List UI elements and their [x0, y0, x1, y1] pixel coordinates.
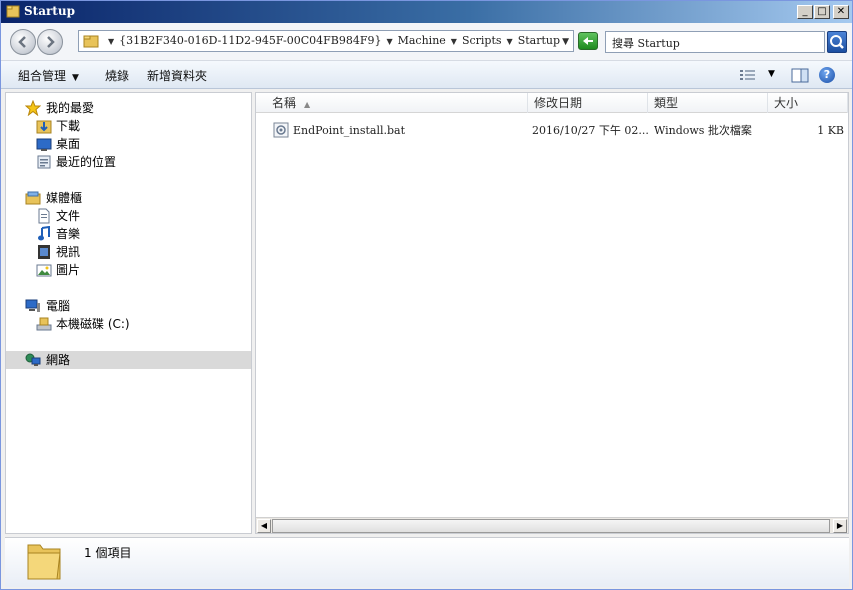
column-headers: 名稱 ▲ 修改日期 類型 大小: [256, 93, 848, 113]
address-dropdown-icon[interactable]: ▼: [562, 37, 569, 47]
new-folder-button[interactable]: 新增資料夾: [147, 67, 207, 84]
file-type: Windows 批次檔案: [654, 124, 752, 137]
refresh-icon: [583, 37, 593, 45]
scroll-right-button[interactable]: ▶: [833, 519, 847, 533]
burn-button[interactable]: 燒錄: [105, 67, 129, 84]
nav-item-recent[interactable]: 最近的位置: [6, 153, 251, 171]
nav-item-documents[interactable]: 文件: [6, 207, 251, 225]
chevron-down-icon: ▼: [72, 73, 79, 83]
batch-file-icon: [273, 122, 289, 138]
file-name: EndPoint_install.bat: [293, 124, 406, 137]
search-placeholder: 搜尋 Startup: [612, 37, 680, 50]
breadcrumb: ▼ {31B2F340-016D-11D2-945F-00C04FB984F9} ▼…: [108, 34, 561, 47]
breadcrumb-item[interactable]: Scripts: [462, 34, 502, 47]
nav-item-pictures[interactable]: 圖片: [6, 261, 251, 279]
music-icon: [38, 226, 50, 241]
nav-favorites[interactable]: 我的最愛: [6, 99, 251, 117]
breadcrumb-item[interactable]: {31B2F340-016D-11D2-945F-00C04FB984F9}: [119, 34, 381, 47]
address-bar[interactable]: ▼ {31B2F340-016D-11D2-945F-00C04FB984F9} ▼…: [78, 30, 574, 52]
drive-icon: [36, 317, 52, 331]
command-bar: 組合管理 ▼ 燒錄 新增資料夾 ▼ ?: [1, 61, 852, 89]
nav-network[interactable]: 網路: [6, 351, 251, 369]
forward-button[interactable]: [37, 29, 63, 55]
title-bar[interactable]: Startup _ □ ✕: [1, 1, 852, 23]
desktop-icon: [36, 138, 52, 151]
video-icon: [38, 245, 50, 259]
scroll-left-button[interactable]: ◀: [257, 519, 271, 533]
download-icon: [36, 120, 52, 134]
nav-item-desktop[interactable]: 桌面: [6, 135, 251, 153]
column-header-date[interactable]: 修改日期: [528, 93, 648, 113]
window-title: Startup: [24, 4, 75, 18]
column-header-type[interactable]: 類型: [648, 93, 768, 113]
library-icon: [25, 191, 41, 205]
scroll-thumb[interactable]: [272, 519, 830, 533]
nav-item-music[interactable]: 音樂: [6, 225, 251, 243]
recent-icon: [37, 155, 51, 169]
forward-icon: [47, 36, 55, 48]
picture-icon: [36, 264, 52, 277]
file-date: 2016/10/27 下午 02...: [532, 124, 649, 137]
item-count: 1 個項目: [84, 546, 132, 560]
search-input[interactable]: 搜尋 Startup: [605, 31, 825, 53]
details-pane: 1 個項目: [5, 537, 849, 587]
column-header-name[interactable]: 名稱 ▲: [266, 93, 528, 113]
explorer-window: Startup _ □ ✕ ▼ {31B2F340-016D-11D2-945F-…: [0, 0, 853, 590]
star-icon: [25, 100, 41, 116]
nav-libraries[interactable]: 媒體櫃: [6, 189, 251, 207]
file-list-pane: 名稱 ▲ 修改日期 類型 大小 EndPoint_install.bat 2016…: [255, 92, 849, 534]
sort-up-icon: ▲: [304, 100, 311, 109]
nav-item-local-disk[interactable]: 本機磁碟 (C:): [6, 315, 251, 333]
close-button[interactable]: ✕: [833, 5, 849, 19]
column-header-size[interactable]: 大小: [768, 93, 848, 113]
chevron-down-icon[interactable]: ▼: [768, 69, 775, 79]
nav-item-video[interactable]: 視訊: [6, 243, 251, 261]
document-icon: [38, 208, 50, 224]
table-row[interactable]: EndPoint_install.bat 2016/10/27 下午 02...…: [268, 122, 846, 140]
refresh-button[interactable]: [578, 32, 598, 50]
breadcrumb-item[interactable]: Startup: [518, 34, 560, 47]
organize-menu[interactable]: 組合管理 ▼: [18, 67, 79, 84]
nav-computer[interactable]: 電腦: [6, 297, 251, 315]
file-size: 1 KB: [817, 124, 844, 137]
computer-icon: [25, 299, 40, 312]
breadcrumb-item[interactable]: Machine: [398, 34, 446, 47]
search-icon: [830, 35, 844, 49]
network-icon: [25, 353, 41, 366]
help-icon[interactable]: ?: [819, 67, 835, 83]
address-row: ▼ {31B2F340-016D-11D2-945F-00C04FB984F9} ▼…: [1, 23, 852, 61]
nav-item-downloads[interactable]: 下載: [6, 117, 251, 135]
back-button[interactable]: [10, 29, 36, 55]
folder-icon: [83, 35, 99, 48]
horizontal-scrollbar[interactable]: ◀ ▶: [256, 517, 848, 533]
maximize-button[interactable]: □: [814, 5, 830, 19]
folder-icon: [27, 544, 61, 580]
minimize-button[interactable]: _: [797, 5, 813, 19]
search-button[interactable]: [827, 31, 847, 53]
navigation-pane: 我的最愛 下載 桌面 最近的位置 媒體櫃 文件 音樂 視訊 圖片 電腦 本機磁碟…: [5, 92, 252, 534]
back-icon: [18, 36, 26, 48]
preview-pane-icon[interactable]: [791, 68, 809, 83]
folder-icon: [6, 5, 20, 18]
view-icon[interactable]: [739, 68, 757, 82]
